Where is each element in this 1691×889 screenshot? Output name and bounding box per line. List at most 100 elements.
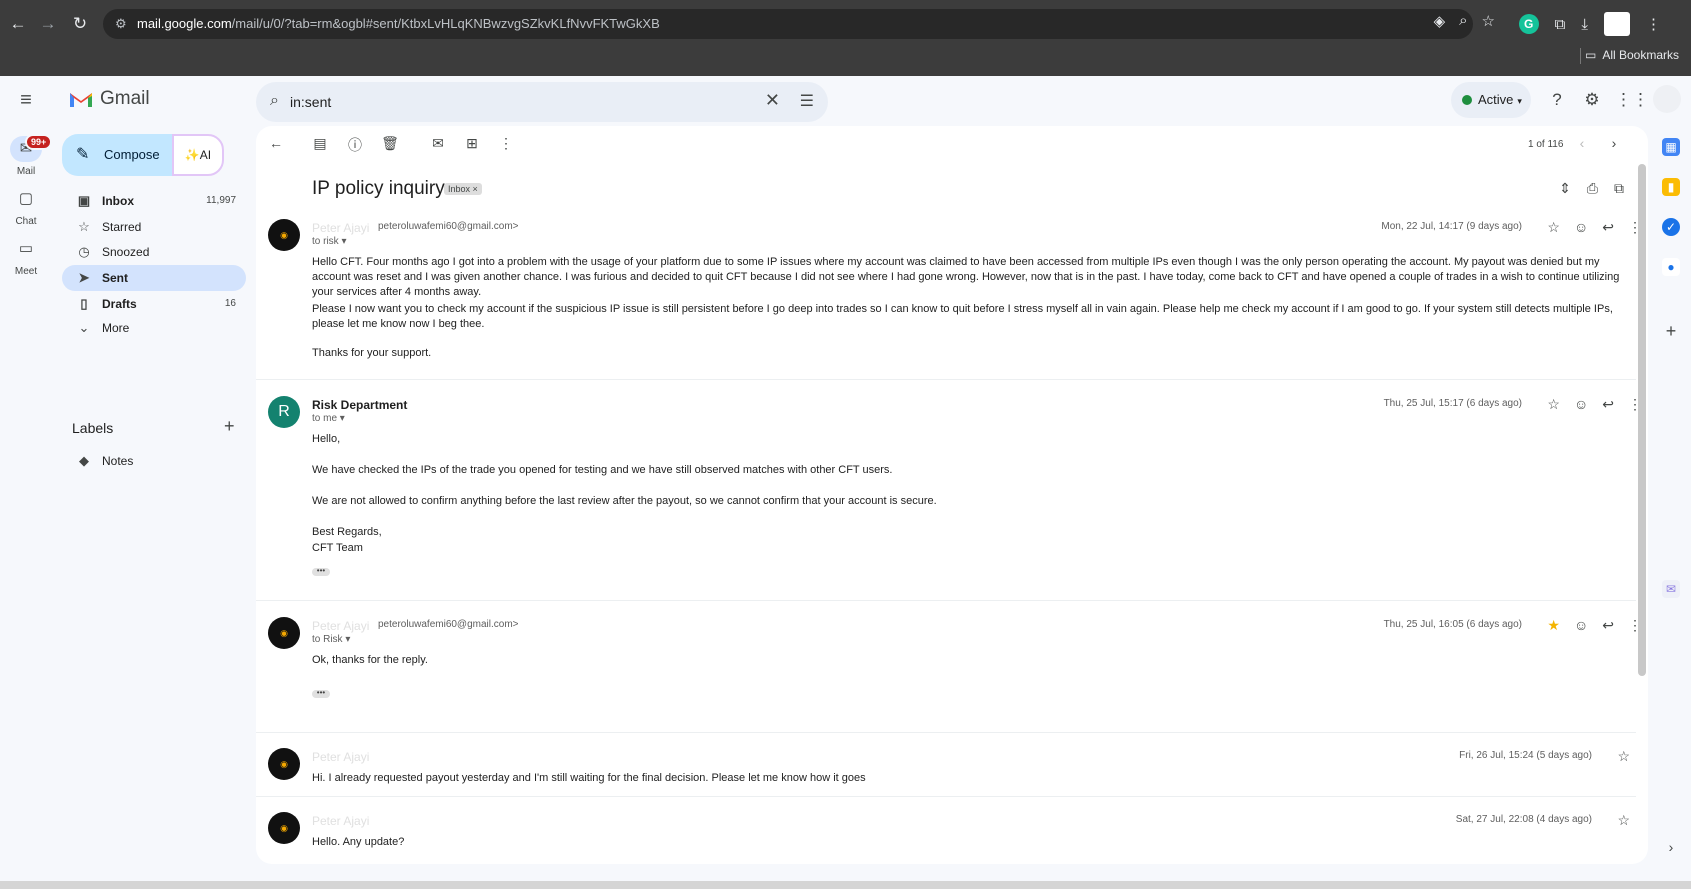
extensions-icon[interactable]: ⧉ [1555,16,1566,33]
bookmarks-divider [1580,48,1581,64]
account-avatar[interactable] [1653,85,1681,113]
rail-chat[interactable]: ▢ Chat [0,186,52,227]
search-bar[interactable]: ⌕ in:sent ✕ ☰ [256,82,828,122]
message-date: Thu, 25 Jul, 16:05 (6 days ago) [1383,619,1522,630]
back-to-list-icon[interactable]: ← [266,135,286,151]
emoji-reaction-icon[interactable]: ☺ [1574,219,1588,236]
keep-icon[interactable]: ▮ [1662,178,1680,196]
expand-all-icon[interactable]: ⇕ [1559,180,1571,197]
sidebar-item-sent[interactable]: ➤ Sent [62,265,246,291]
add-addon-icon[interactable]: + [1662,322,1680,340]
emoji-reaction-icon[interactable]: ☺ [1574,617,1588,634]
sidebar-item-label: Sent [102,271,129,285]
clear-search-icon[interactable]: ✕ [765,90,780,111]
archive-icon[interactable]: ▤ [310,135,330,152]
main-menu-icon[interactable]: ≡ [14,88,38,112]
show-trimmed-button[interactable]: ••• [312,689,330,698]
delete-icon[interactable]: 🗑 [380,135,400,152]
url-host: mail.google.com [137,16,232,31]
emoji-reaction-icon[interactable]: ☺ [1574,396,1588,413]
ai-button[interactable]: ✨AI [172,134,224,176]
starred-icon[interactable]: ★ [1547,617,1560,634]
forward-icon[interactable]: → [36,12,60,36]
thread-scrollbar[interactable] [1638,164,1646,676]
sidebar-item-snoozed[interactable]: ◷ Snoozed [62,239,246,265]
rail-mail[interactable]: ✉ 99+ Mail [0,134,53,177]
status-button[interactable]: Active ▾ [1451,82,1531,118]
back-icon[interactable]: ← [6,12,30,36]
recipient-toggle[interactable]: to Risk ▾ [312,634,350,645]
print-icon[interactable]: ⎙ [1587,180,1598,197]
settings-gear-icon[interactable]: ⚙ [1581,89,1603,111]
show-trimmed-button[interactable]: ••• [312,567,330,576]
gmail-logo-text: Gmail [100,88,150,109]
grammarly-icon[interactable]: G [1518,14,1539,34]
thread-toolbar: ← ▤ ⓘ 🗑 ✉ ⊞ ⋮ 1 of 116 ‹ › [256,126,1648,166]
subject-actions: ⇕ ⎙ ⧉ [1559,180,1624,197]
reload-icon[interactable]: ↻ [68,12,92,36]
move-to-icon[interactable]: ⊞ [462,135,482,152]
more-actions-icon[interactable]: ⋮ [496,135,516,152]
inbox-label-chip[interactable]: Inbox × [444,183,482,195]
browser-chrome: ← → ↻ ⚙ mail.google.com/mail/u/0/?tab=rm… [0,0,1691,76]
rail-meet[interactable]: ▭ Meet [0,236,52,277]
sidebar-item-drafts[interactable]: ▯ Drafts 16 [62,291,246,317]
sidebar-item-inbox[interactable]: ▣ Inbox 11,997 [62,188,246,214]
bookmarks-label: All Bookmarks [1602,48,1679,62]
star-icon[interactable]: ☆ [1617,748,1630,765]
address-bar[interactable]: ⚙ mail.google.com/mail/u/0/?tab=rm&ogbl#… [103,9,1473,39]
draft-icon: ▯ [80,296,88,311]
gmail-m-icon [70,93,92,107]
sidebar-label-notes[interactable]: ◆ Notes [62,448,246,474]
contacts-icon[interactable]: ● [1662,258,1680,276]
message-divider [256,600,1636,601]
sender-avatar: ◉ [268,219,300,251]
recipient-toggle[interactable]: to me ▾ [312,413,345,424]
sender-name: Risk Department [312,398,408,412]
search-icon[interactable]: ⌕ [270,92,279,110]
show-side-panel-icon[interactable]: › [1662,838,1680,856]
report-spam-icon[interactable]: ⓘ [345,135,365,155]
sidebar-item-starred[interactable]: ☆ Starred [62,214,246,240]
clock-icon: ◷ [78,244,90,259]
newer-icon[interactable]: ‹ [1572,135,1592,151]
star-icon[interactable]: ☆ [1547,396,1560,413]
sender-name: Peter Ajayi [312,221,370,235]
message-divider [256,732,1636,733]
all-bookmarks[interactable]: ▭ All Bookmarks [1585,48,1679,62]
open-new-window-icon[interactable]: ⧉ [1614,180,1624,197]
status-label: Active [1478,92,1514,107]
status-dot [1462,95,1472,105]
calendar-icon[interactable]: ▦ [1662,138,1680,156]
site-info-icon[interactable]: ⚙ [115,9,127,39]
recipient-toggle[interactable]: to risk ▾ [312,236,346,247]
bookmark-star-icon[interactable]: ☆ [1482,12,1495,30]
gmail-logo[interactable]: Gmail [68,88,150,110]
profile-avatar[interactable] [1604,12,1630,36]
older-icon[interactable]: › [1604,135,1624,151]
tasks-icon[interactable]: ✓ [1662,218,1680,236]
eye-icon[interactable]: ◈ [1434,12,1446,30]
zoom-icon[interactable]: ⌕ [1459,12,1467,30]
folder-icon: ▭ [1584,48,1597,62]
browser-menu-icon[interactable]: ⋮ [1646,15,1661,33]
search-options-icon[interactable]: ☰ [800,91,814,111]
search-input[interactable]: in:sent [290,82,331,122]
add-label-icon[interactable]: + [224,416,235,437]
help-icon[interactable]: ? [1546,89,1568,111]
message-snippet: Hi. I already requested payout yesterday… [312,772,866,784]
mark-unread-icon[interactable]: ✉ [428,135,448,152]
reply-icon[interactable]: ↩ [1602,617,1614,634]
star-icon[interactable]: ☆ [1617,812,1630,829]
star-icon[interactable]: ☆ [1547,219,1560,236]
reply-icon[interactable]: ↩ [1602,219,1614,236]
sidebar-item-more[interactable]: ⌄ More [62,315,246,341]
reply-icon[interactable]: ↩ [1602,396,1614,413]
sidebar-item-label: Snoozed [102,245,150,259]
gmail-app: ≡ Gmail ⌕ in:sent ✕ ☰ Active ▾ ? ⚙ ⋮⋮ ✉ 9… [0,76,1691,889]
compose-button[interactable]: ✎ Compose [62,134,172,176]
download-icon[interactable]: ⤓ [1581,16,1588,33]
apps-grid-icon[interactable]: ⋮⋮ [1615,89,1649,111]
addon-panel-icon[interactable]: ✉ [1662,580,1680,598]
side-panel: ▦ ▮ ✓ ● + ✉ › [1652,126,1691,886]
